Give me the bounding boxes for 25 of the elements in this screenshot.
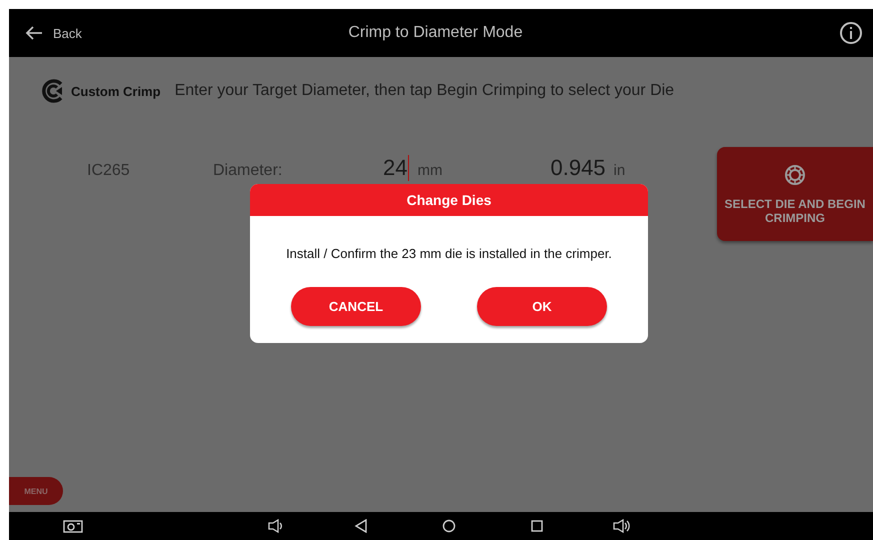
ok-button[interactable]: OK <box>477 287 607 326</box>
screenshot-icon[interactable] <box>63 519 83 533</box>
info-icon[interactable] <box>839 21 863 45</box>
diameter-inch-value: 0.945 <box>550 155 606 181</box>
cancel-button[interactable]: CANCEL <box>291 287 421 326</box>
mm-unit: mm <box>417 162 442 179</box>
screen-title: Crimp to Diameter Mode <box>347 24 524 42</box>
back-button[interactable]: Back <box>25 26 82 40</box>
diameter-mm-field[interactable]: 24 <box>383 155 410 181</box>
dialog-message: Install / Confirm the 23 mm die is installed in the crimper. <box>285 246 613 261</box>
diameter-label: Diameter: <box>213 162 284 180</box>
recent-apps-icon[interactable] <box>530 519 544 533</box>
volume-up-icon[interactable] <box>613 519 631 533</box>
brand-name: Custom Crimp <box>71 84 161 98</box>
volume-down-icon[interactable] <box>268 519 284 533</box>
instruction-text: Enter your Target Diameter, then tap Begin Crimping to select your Die <box>174 82 674 100</box>
inch-unit: in <box>614 162 626 179</box>
home-icon[interactable] <box>442 519 456 533</box>
die-rotate-icon <box>783 163 807 187</box>
menu-button[interactable]: MENU <box>9 477 63 505</box>
select-die-button[interactable]: SELECT DIE AND BEGIN CRIMPING <box>717 147 873 241</box>
model-label: IC265 <box>87 162 131 180</box>
back-triangle-icon[interactable] <box>354 519 368 533</box>
dialog-title: Change Dies <box>250 184 648 216</box>
back-arrow-icon <box>25 26 43 40</box>
